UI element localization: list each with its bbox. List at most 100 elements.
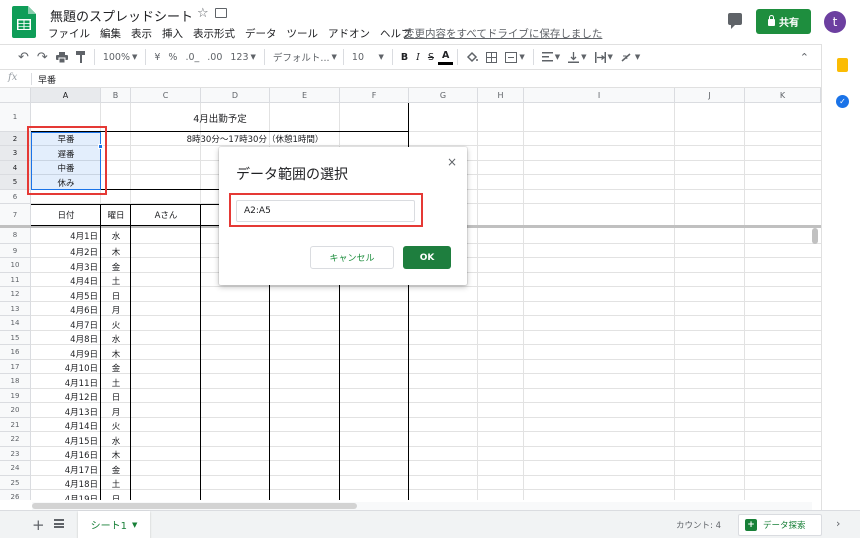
tasks-icon[interactable]: ✓ — [836, 95, 849, 108]
date-cell[interactable]: 4月17日 — [31, 462, 98, 477]
weekday-cell[interactable]: 金 — [101, 259, 131, 274]
date-cell[interactable]: 4月15日 — [31, 433, 98, 448]
text-rotation-icon[interactable]: ▼ — [617, 47, 644, 67]
row-header[interactable]: 25 — [0, 476, 31, 490]
menu-edit[interactable]: 編集 — [100, 26, 121, 42]
column-header[interactable]: G — [409, 88, 478, 103]
weekday-cell[interactable]: 土 — [101, 274, 131, 288]
row-header[interactable]: 16 — [0, 345, 31, 360]
weekday-cell[interactable]: 土 — [101, 375, 131, 390]
weekday-cell[interactable]: 金 — [101, 361, 131, 375]
row-header[interactable]: 22 — [0, 432, 31, 447]
date-cell[interactable]: 4月8日 — [31, 332, 98, 346]
all-sheets-icon[interactable] — [54, 519, 64, 528]
merge-cells-icon[interactable]: ▼ — [501, 47, 528, 67]
weekday-cell[interactable]: 木 — [101, 245, 131, 259]
menu-data[interactable]: データ — [245, 26, 277, 42]
shift-time-cell[interactable]: 8時30分～17時30分（休憩1時間） — [101, 132, 409, 146]
more-formats-button[interactable]: 123 ▼ — [226, 47, 260, 67]
row-header[interactable]: 12 — [0, 287, 31, 302]
weekday-cell[interactable]: 日 — [101, 288, 131, 303]
menu-view[interactable]: 表示 — [131, 26, 152, 42]
date-cell[interactable]: 4月18日 — [31, 477, 98, 491]
menu-tools[interactable]: ツール — [287, 26, 319, 42]
text-color-button[interactable]: A — [437, 49, 454, 65]
row-header[interactable]: 21 — [0, 418, 31, 432]
weekday-cell[interactable]: 木 — [101, 448, 131, 462]
vertical-align-icon[interactable]: ▼ — [564, 47, 590, 67]
vertical-scrollbar[interactable] — [812, 228, 818, 244]
column-header[interactable]: H — [478, 88, 524, 103]
weekday-cell[interactable]: 水 — [101, 227, 131, 245]
add-sheet-icon[interactable]: + — [32, 516, 45, 534]
horizontal-align-icon[interactable]: ▼ — [538, 47, 564, 67]
weekday-cell[interactable]: 木 — [101, 346, 131, 361]
row-header[interactable]: 7 — [0, 204, 31, 226]
weekday-cell[interactable]: 月 — [101, 303, 131, 317]
zoom-select[interactable]: 100% ▼ — [99, 47, 142, 67]
menu-file[interactable]: ファイル — [48, 26, 90, 42]
close-icon[interactable]: × — [447, 155, 457, 169]
row-header[interactable]: 17 — [0, 360, 31, 374]
weekday-cell[interactable]: 金 — [101, 462, 131, 477]
print-icon[interactable] — [52, 47, 72, 67]
date-cell[interactable]: 4月16日 — [31, 448, 98, 462]
weekday-cell[interactable]: 水 — [101, 332, 131, 346]
redo-icon[interactable]: ↷ — [33, 47, 52, 67]
collapse-toolbar-icon[interactable]: ⌃ — [796, 47, 813, 67]
row-header[interactable]: 11 — [0, 273, 31, 287]
save-status[interactable]: 変更内容をすべてドライブに保存しました — [404, 26, 602, 41]
date-cell[interactable]: 4月1日 — [31, 227, 98, 245]
weekday-cell[interactable]: 火 — [101, 419, 131, 433]
row-header[interactable]: 26 — [0, 490, 31, 500]
row-header[interactable]: 18 — [0, 374, 31, 389]
weekday-cell[interactable]: 日 — [101, 491, 131, 501]
weekday-cell[interactable]: 土 — [101, 477, 131, 491]
row-header[interactable]: 20 — [0, 403, 31, 418]
explore-button[interactable]: + データ探索 — [738, 514, 822, 536]
column-header[interactable]: C — [131, 88, 201, 103]
decrease-decimal-button[interactable]: .0_ — [181, 47, 203, 67]
borders-icon[interactable] — [482, 47, 501, 67]
weekday-cell[interactable]: 水 — [101, 433, 131, 448]
cancel-button[interactable]: キャンセル — [310, 246, 394, 269]
date-cell[interactable]: 4月6日 — [31, 303, 98, 317]
column-header[interactable]: K — [745, 88, 821, 103]
date-cell[interactable]: 4月10日 — [31, 361, 98, 375]
count-summary[interactable]: カウント: 4 — [676, 519, 721, 531]
column-header[interactable]: F — [340, 88, 409, 103]
row-header[interactable]: 13 — [0, 302, 31, 316]
header-weekday-cell[interactable]: 曜日 — [101, 204, 131, 226]
strikethrough-button[interactable]: S — [424, 47, 438, 67]
weekday-cell[interactable]: 日 — [101, 390, 131, 404]
date-cell[interactable]: 4月4日 — [31, 274, 98, 288]
date-cell[interactable]: 4月19日 — [31, 491, 98, 501]
header-date-cell[interactable]: 日付 — [31, 204, 101, 226]
star-icon[interactable]: ☆ — [197, 6, 209, 21]
date-cell[interactable]: 4月9日 — [31, 346, 98, 361]
weekday-cell[interactable]: 火 — [101, 317, 131, 332]
document-title[interactable]: 無題のスプレッドシート — [50, 6, 193, 25]
select-all-corner[interactable] — [0, 88, 31, 103]
weekday-cell[interactable]: 月 — [101, 404, 131, 419]
date-cell[interactable]: 4月11日 — [31, 375, 98, 390]
paint-format-icon[interactable] — [72, 47, 90, 67]
bold-button[interactable]: B — [397, 47, 412, 67]
italic-button[interactable]: I — [412, 47, 424, 67]
horizontal-scrollbar[interactable] — [32, 503, 357, 509]
avatar[interactable]: t — [824, 11, 846, 33]
row-header[interactable]: 14 — [0, 316, 31, 331]
date-cell[interactable]: 4月2日 — [31, 245, 98, 259]
date-cell[interactable]: 4月13日 — [31, 404, 98, 419]
text-wrap-icon[interactable]: ▼ — [591, 47, 617, 67]
column-header[interactable]: J — [675, 88, 745, 103]
comment-icon[interactable] — [728, 13, 742, 29]
range-input[interactable]: A2:A5 — [236, 200, 415, 222]
row-header[interactable]: 9 — [0, 244, 31, 258]
menu-insert[interactable]: 挿入 — [162, 26, 183, 42]
currency-format-button[interactable]: ¥ — [150, 47, 164, 67]
font-size-select[interactable]: 10 ▼ — [348, 47, 388, 67]
date-cell[interactable]: 4月5日 — [31, 288, 98, 303]
move-folder-icon[interactable] — [215, 8, 227, 18]
column-header[interactable]: B — [101, 88, 131, 103]
